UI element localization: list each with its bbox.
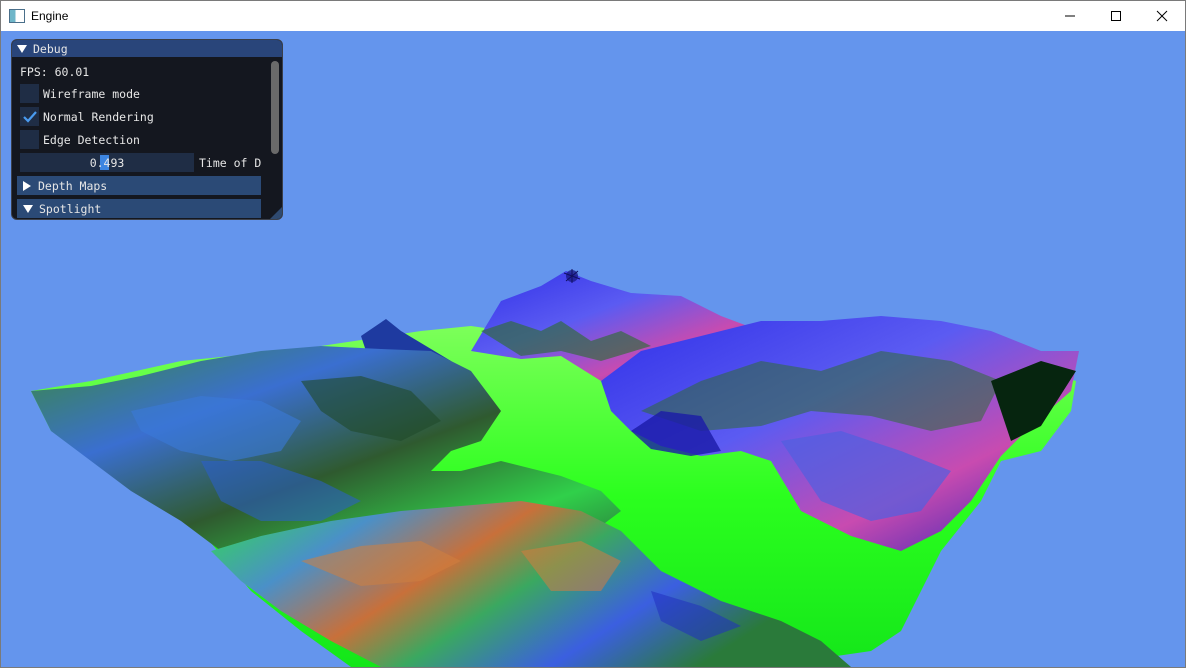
time-of-day-value: 0.493 [89, 155, 125, 170]
expand-arrow-icon [23, 180, 31, 191]
normal-rendering-row[interactable]: Normal Rendering [20, 107, 154, 126]
window-title: Engine [31, 9, 69, 23]
debug-panel[interactable]: Debug FPS: 60.01 Wireframe mode Normal R… [11, 39, 283, 220]
engine-window: Engine Debug FPS: 60.01 Wireframe mode N… [0, 0, 1186, 668]
render-viewport[interactable]: Debug FPS: 60.01 Wireframe mode Normal R… [1, 31, 1185, 667]
fps-label: FPS: 60.01 [20, 65, 90, 79]
edge-detection-checkbox[interactable] [20, 130, 39, 149]
collapse-arrow-icon[interactable] [17, 44, 27, 53]
wireframe-row[interactable]: Wireframe mode [20, 84, 140, 103]
checkmark-icon [22, 110, 37, 123]
debug-panel-scrollbar[interactable] [271, 61, 279, 154]
normal-rendering-label: Normal Rendering [43, 109, 154, 124]
caption-buttons [1047, 1, 1185, 31]
time-of-day-label: Time of D [199, 155, 262, 170]
spotlight-label: Spotlight [39, 201, 102, 216]
minimize-icon [1065, 15, 1075, 17]
debug-panel-header[interactable]: Debug [12, 40, 282, 57]
close-button[interactable] [1139, 1, 1185, 31]
edge-detection-label: Edge Detection [43, 132, 140, 147]
depth-maps-header[interactable]: Depth Maps [17, 176, 261, 195]
app-window-icon [9, 9, 25, 23]
depth-maps-label: Depth Maps [38, 178, 108, 193]
debug-panel-title: Debug [33, 41, 68, 56]
collapse-arrow-icon [23, 204, 33, 213]
spotlight-header[interactable]: Spotlight [17, 199, 261, 218]
minimize-button[interactable] [1047, 1, 1093, 31]
time-slider-row[interactable]: 0.493 Time of D [20, 153, 261, 172]
edge-detection-row[interactable]: Edge Detection [20, 130, 140, 149]
wireframe-label: Wireframe mode [43, 86, 140, 101]
normal-rendering-checkbox[interactable] [20, 107, 39, 126]
close-icon [1156, 10, 1168, 22]
resize-grip[interactable] [270, 207, 282, 219]
title-bar[interactable]: Engine [1, 1, 1185, 31]
maximize-icon [1111, 11, 1121, 21]
wireframe-checkbox[interactable] [20, 84, 39, 103]
maximize-button[interactable] [1093, 1, 1139, 31]
time-of-day-slider[interactable]: 0.493 [20, 153, 194, 172]
fps-row: FPS: 60.01 [20, 65, 89, 79]
